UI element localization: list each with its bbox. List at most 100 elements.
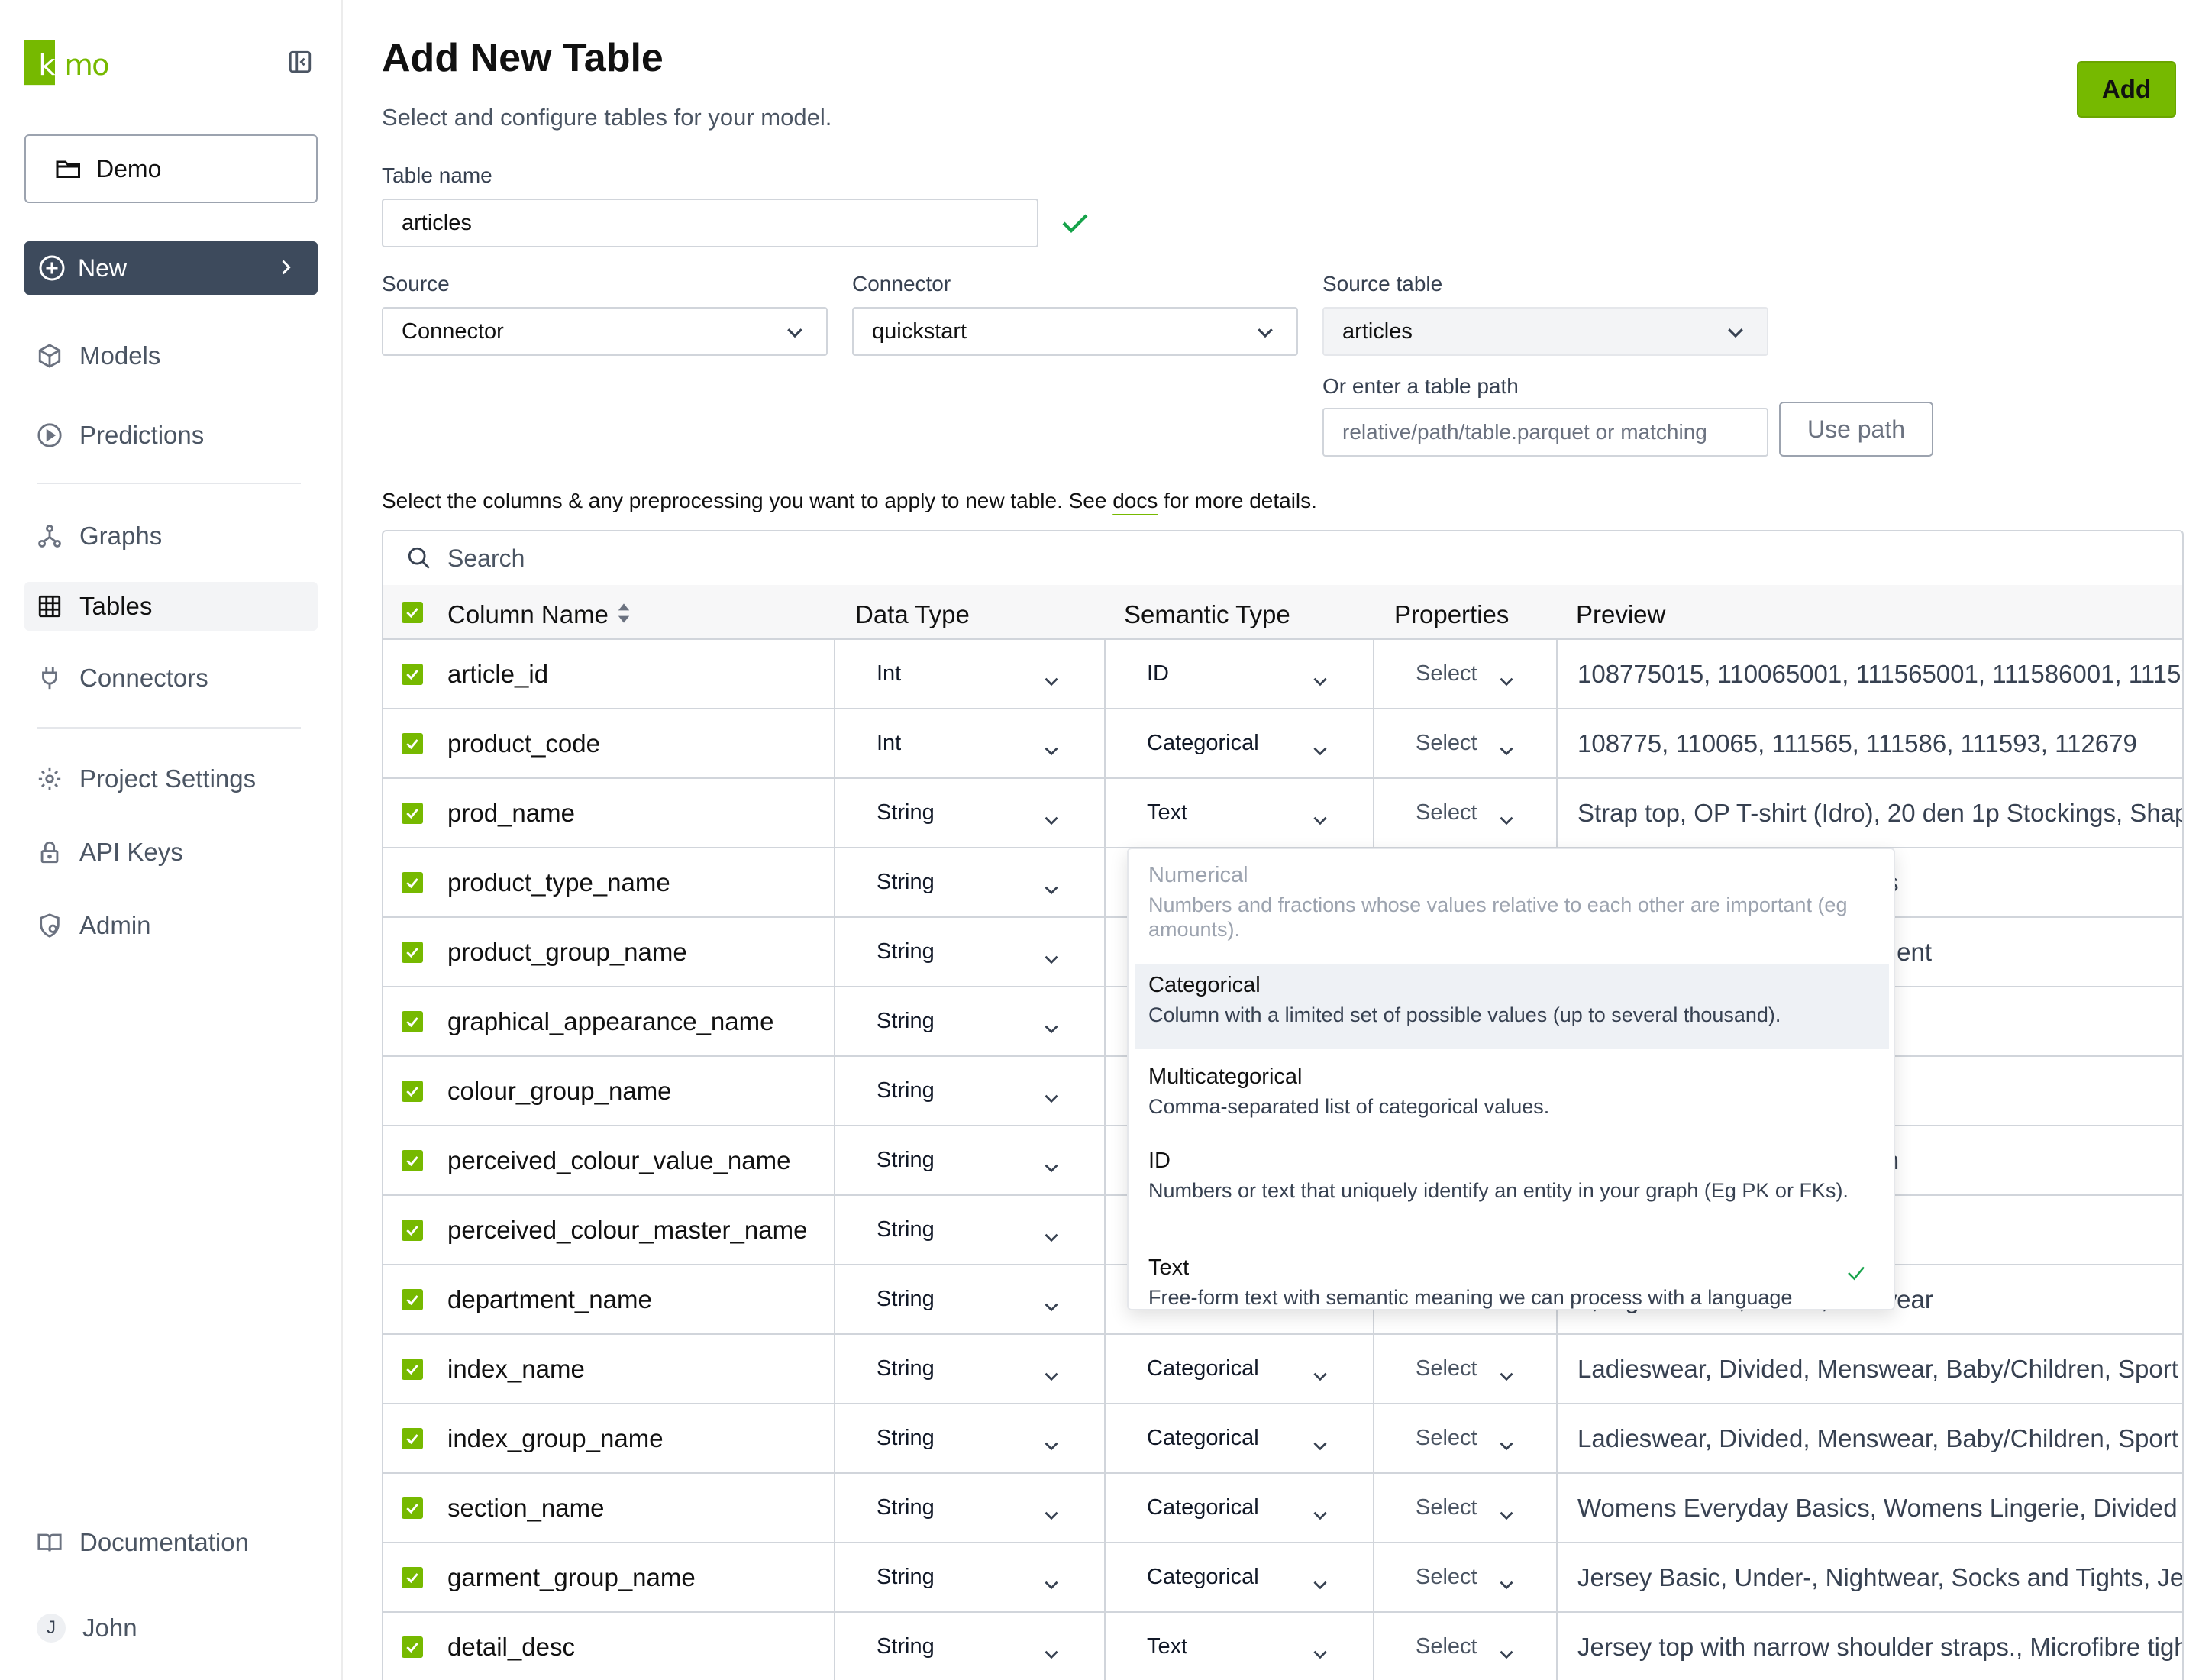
semantic-type-select[interactable]: Categorical <box>1147 1474 1259 1542</box>
sort-icon[interactable] <box>617 602 631 625</box>
data-type-chevron[interactable] <box>1041 1433 1061 1462</box>
data-type-chevron[interactable] <box>1041 1086 1061 1114</box>
semantic-type-chevron[interactable] <box>1310 1642 1330 1670</box>
sidebar-item-api-keys[interactable]: API Keys <box>24 828 318 877</box>
properties-select[interactable]: Select <box>1416 1335 1477 1403</box>
row-checkbox[interactable] <box>402 1149 423 1171</box>
sidebar-item-models[interactable]: Models <box>24 331 318 380</box>
properties-chevron[interactable] <box>1497 1433 1516 1462</box>
option-id[interactable]: ID Numbers or text that uniquely identif… <box>1135 1141 1889 1245</box>
data-type-chevron[interactable] <box>1041 1294 1061 1323</box>
semantic-type-select[interactable]: Categorical <box>1147 1335 1259 1403</box>
kumo-logo[interactable]: ku mo <box>24 37 139 89</box>
semantic-type-select[interactable]: ID <box>1147 640 1169 708</box>
add-button[interactable]: Add <box>2077 61 2176 118</box>
data-type-chevron[interactable] <box>1041 669 1061 697</box>
data-type-chevron[interactable] <box>1041 877 1061 906</box>
semantic-type-select[interactable]: Text <box>1147 779 1187 847</box>
data-type-select[interactable]: String <box>877 1196 935 1264</box>
properties-select[interactable]: Select <box>1416 1474 1477 1542</box>
semantic-type-chevron[interactable] <box>1310 738 1330 767</box>
properties-select[interactable]: Select <box>1416 1404 1477 1472</box>
collapse-sidebar-icon[interactable] <box>287 49 313 75</box>
data-type-select[interactable]: String <box>877 1126 935 1194</box>
row-checkbox[interactable] <box>402 941 423 963</box>
properties-chevron[interactable] <box>1497 808 1516 836</box>
semantic-type-chevron[interactable] <box>1310 1572 1330 1601</box>
data-type-select[interactable]: String <box>877 918 935 986</box>
search-input[interactable]: Search <box>383 531 2182 585</box>
use-path-button[interactable]: Use path <box>1779 402 1933 457</box>
semantic-type-select[interactable]: Categorical <box>1147 1543 1259 1611</box>
sidebar-item-documentation[interactable]: Documentation <box>24 1518 318 1567</box>
row-checkbox[interactable] <box>402 1080 423 1102</box>
semantic-type-chevron[interactable] <box>1310 1364 1330 1392</box>
properties-chevron[interactable] <box>1497 669 1516 697</box>
properties-select[interactable]: Select <box>1416 709 1477 777</box>
data-type-select[interactable]: String <box>877 1474 935 1542</box>
data-type-chevron[interactable] <box>1041 1572 1061 1601</box>
new-button[interactable]: New <box>24 241 318 295</box>
data-type-select[interactable]: String <box>877 1543 935 1611</box>
data-type-select[interactable]: String <box>877 1265 935 1333</box>
sidebar-item-connectors[interactable]: Connectors <box>24 654 318 703</box>
project-selector-button[interactable]: Demo <box>24 134 318 203</box>
sidebar-item-admin[interactable]: Admin <box>24 901 318 950</box>
data-type-select[interactable]: String <box>877 1404 935 1472</box>
properties-chevron[interactable] <box>1497 1503 1516 1531</box>
data-type-chevron[interactable] <box>1041 808 1061 836</box>
properties-select[interactable]: Select <box>1416 779 1477 847</box>
row-checkbox[interactable] <box>402 663 423 685</box>
properties-select[interactable]: Select <box>1416 1543 1477 1611</box>
row-checkbox[interactable] <box>402 802 423 824</box>
data-type-select[interactable]: String <box>877 987 935 1055</box>
table-path-input[interactable]: relative/path/table.parquet or matching <box>1322 408 1768 457</box>
data-type-select[interactable]: String <box>877 1335 935 1403</box>
row-checkbox[interactable] <box>402 1010 423 1032</box>
data-type-select[interactable]: String <box>877 1057 935 1125</box>
row-checkbox[interactable] <box>402 1566 423 1588</box>
sidebar-item-project-settings[interactable]: Project Settings <box>24 754 318 803</box>
semantic-type-select[interactable]: Categorical <box>1147 1404 1259 1472</box>
row-checkbox[interactable] <box>402 1219 423 1241</box>
semantic-type-chevron[interactable] <box>1310 1433 1330 1462</box>
data-type-select[interactable]: String <box>877 848 935 916</box>
row-checkbox[interactable] <box>402 1288 423 1310</box>
semantic-type-select[interactable]: Text <box>1147 1613 1187 1680</box>
row-checkbox[interactable] <box>402 1636 423 1658</box>
semantic-type-chevron[interactable] <box>1310 808 1330 836</box>
properties-chevron[interactable] <box>1497 1572 1516 1601</box>
data-type-select[interactable]: Int <box>877 709 901 777</box>
data-type-select[interactable]: Int <box>877 640 901 708</box>
source-table-select[interactable]: articles <box>1322 307 1768 356</box>
data-type-chevron[interactable] <box>1041 1016 1061 1045</box>
row-checkbox[interactable] <box>402 871 423 893</box>
row-checkbox[interactable] <box>402 732 423 754</box>
data-type-chevron[interactable] <box>1041 947 1061 975</box>
option-text[interactable]: Text Free-form text with semantic meanin… <box>1135 1248 1889 1309</box>
docs-link[interactable]: docs <box>1112 489 1158 512</box>
semantic-type-chevron[interactable] <box>1310 669 1330 697</box>
data-type-chevron[interactable] <box>1041 738 1061 767</box>
option-categorical[interactable]: Categorical Column with a limited set of… <box>1135 964 1889 1049</box>
data-type-chevron[interactable] <box>1041 1503 1061 1531</box>
data-type-chevron[interactable] <box>1041 1642 1061 1670</box>
option-multicategorical[interactable]: Multicategorical Comma-separated list of… <box>1135 1057 1889 1136</box>
row-checkbox[interactable] <box>402 1497 423 1519</box>
row-checkbox[interactable] <box>402 1427 423 1449</box>
column-name-header[interactable]: Column Name <box>447 600 609 629</box>
data-type-chevron[interactable] <box>1041 1364 1061 1392</box>
data-type-chevron[interactable] <box>1041 1155 1061 1184</box>
data-type-select[interactable]: String <box>877 1613 935 1680</box>
semantic-type-chevron[interactable] <box>1310 1503 1330 1531</box>
properties-chevron[interactable] <box>1497 738 1516 767</box>
data-type-select[interactable]: String <box>877 779 935 847</box>
source-select[interactable]: Connector <box>382 307 828 356</box>
user-menu[interactable]: J John <box>24 1604 318 1653</box>
row-checkbox[interactable] <box>402 1358 423 1380</box>
table-name-input[interactable]: articles <box>382 199 1038 247</box>
sidebar-item-tables[interactable]: Tables <box>24 582 318 631</box>
data-type-chevron[interactable] <box>1041 1225 1061 1253</box>
properties-chevron[interactable] <box>1497 1364 1516 1392</box>
properties-chevron[interactable] <box>1497 1642 1516 1670</box>
